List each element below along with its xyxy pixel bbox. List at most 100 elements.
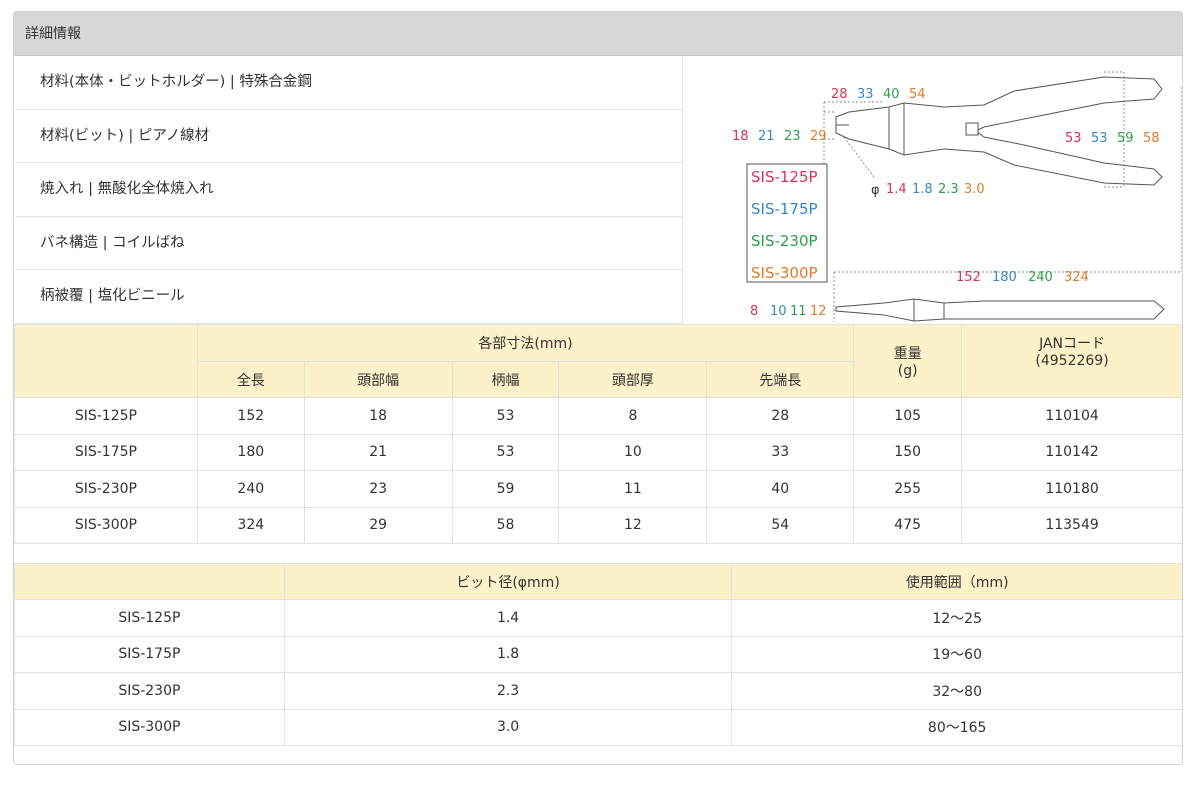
table-cell: SIS-125P xyxy=(14,397,198,435)
table-cell: SIS-175P xyxy=(14,433,198,471)
t2-bit-diameter-header: ビット径(φmm) xyxy=(283,563,733,600)
table-row: SIS-230P 2.3 32～80 xyxy=(14,672,1182,710)
table-cell: SIS-230P xyxy=(14,470,198,508)
bit-diameter-label: 1.4 xyxy=(886,182,907,197)
table-cell: 29 xyxy=(303,506,453,544)
panel-title: 詳細情報 xyxy=(14,12,1182,56)
plier-side-view xyxy=(835,298,1165,322)
table-cell: 240 xyxy=(196,470,305,508)
spec-list: 材料(本体・ビットホルダー) | 特殊合金鋼 材料(ビット) | ピアノ線材 焼… xyxy=(15,56,683,324)
table-row: SIS-230P 240 23 59 11 40 255 110180 xyxy=(14,470,1182,508)
spec-item-material-body: 材料(本体・ビットホルダー) | 特殊合金鋼 xyxy=(15,56,682,110)
detail-panel: 詳細情報 材料(本体・ビットホルダー) | 特殊合金鋼 材料(ビット) | ピア… xyxy=(13,11,1183,765)
table-cell: 110180 xyxy=(961,470,1182,508)
table-cell: 113549 xyxy=(961,506,1182,544)
table-row: SIS-175P 180 21 53 10 33 150 110142 xyxy=(14,433,1182,471)
spec-item-spring: バネ構造 | コイルばね xyxy=(15,217,682,271)
handle-width-label: 53 xyxy=(1091,131,1108,146)
table-row: SIS-300P 3.0 80～165 xyxy=(14,708,1182,746)
table-cell: 12 xyxy=(558,506,708,544)
model-legend-label: SIS-230P xyxy=(751,232,818,250)
total-length-label: 152 xyxy=(956,270,981,285)
t2-range-header: 使用範囲（mm) xyxy=(731,563,1182,600)
table-cell: SIS-300P xyxy=(14,708,285,746)
table-cell: 1.4 xyxy=(283,599,733,637)
table-cell: 33 xyxy=(706,433,855,471)
table-cell: 54 xyxy=(706,506,855,544)
table-cell: 11 xyxy=(558,470,708,508)
table-cell: 110104 xyxy=(961,397,1182,435)
handle-width-label: 58 xyxy=(1143,131,1160,146)
table-cell: 32～80 xyxy=(731,672,1182,710)
head-width-label: 18 xyxy=(732,129,749,144)
tip-length-label: 33 xyxy=(857,87,874,102)
table-cell: 255 xyxy=(853,470,963,508)
bit-diameter-label: 1.8 xyxy=(912,182,933,197)
tip-length-label: 28 xyxy=(831,87,848,102)
jan-header: JANコード (4952269) xyxy=(961,324,1182,398)
head-thickness-label: 12 xyxy=(810,304,827,319)
total-length-label: 324 xyxy=(1064,270,1089,285)
table-cell: 58 xyxy=(451,506,560,544)
bit-range-table: ビット径(φmm) 使用範囲（mm) SIS-125P 1.4 12～25 SIS-1… xyxy=(14,563,1182,746)
table-cell: 150 xyxy=(853,433,963,471)
spec-item-material-bit: 材料(ビット) | ピアノ線材 xyxy=(15,110,682,164)
table-row: SIS-125P 1.4 12～25 xyxy=(14,599,1182,637)
table-cell: 40 xyxy=(706,470,855,508)
table-cell: 10 xyxy=(558,433,708,471)
table-row: SIS-125P 152 18 53 8 28 105 110104 xyxy=(14,397,1182,435)
table-cell: 110142 xyxy=(961,433,1182,471)
table-cell: 152 xyxy=(196,397,305,435)
col-head-thickness: 頭部厚 xyxy=(558,361,708,398)
table-cell: 3.0 xyxy=(283,708,733,746)
table-cell: 59 xyxy=(451,470,560,508)
total-length-label: 240 xyxy=(1028,270,1053,285)
t2-model-header xyxy=(14,563,285,600)
table-cell: 18 xyxy=(303,397,453,435)
head-width-label: 29 xyxy=(810,129,827,144)
table-row: SIS-175P 1.8 19～60 xyxy=(14,635,1182,673)
table-cell: 180 xyxy=(196,433,305,471)
model-legend-label: SIS-125P xyxy=(751,168,818,186)
table-cell: SIS-300P xyxy=(14,506,198,544)
table-cell: 21 xyxy=(303,433,453,471)
col-tip-length: 先端長 xyxy=(706,361,855,398)
table-cell: 80～165 xyxy=(731,708,1182,746)
table-cell: SIS-175P xyxy=(14,635,285,673)
tip-length-label: 54 xyxy=(909,87,926,102)
table-cell: 8 xyxy=(558,397,708,435)
spec-item-grip-coating: 柄被覆 | 塩化ビニール xyxy=(40,288,185,305)
table-cell: 53 xyxy=(451,397,560,435)
model-legend-label: SIS-300P xyxy=(751,264,818,282)
model-legend-label: SIS-175P xyxy=(751,200,818,218)
handle-width-label: 59 xyxy=(1117,131,1134,146)
table-cell: 12～25 xyxy=(731,599,1182,637)
dimensions-table: 各部寸法(mm) 重量 (g) JANコード (4952269) 全長 頭部幅 柄幅… xyxy=(14,324,1182,544)
model-header-cell xyxy=(14,324,198,398)
head-width-label: 21 xyxy=(758,129,775,144)
handle-width-label: 53 xyxy=(1065,131,1082,146)
plier-dimension-diagram: 28 33 40 54 18 21 23 29 53 53 59 58 1.4 1.8 2.3 3.0 152 1… xyxy=(684,57,1182,324)
table-cell: 53 xyxy=(451,433,560,471)
col-total-length: 全長 xyxy=(196,361,305,398)
table-cell: 1.8 xyxy=(283,635,733,673)
table-cell: 2.3 xyxy=(283,672,733,710)
table-cell: SIS-125P xyxy=(14,599,285,637)
table-cell: SIS-230P xyxy=(14,672,285,710)
col-head-width: 頭部幅 xyxy=(303,361,453,398)
spec-item-hardening: 焼入れ | 無酸化全体焼入れ xyxy=(15,163,682,217)
head-thickness-label: 11 xyxy=(790,304,807,319)
total-length-label: 180 xyxy=(992,270,1017,285)
head-width-label: 23 xyxy=(784,129,801,144)
weight-header: 重量 (g) xyxy=(853,324,963,398)
head-thickness-label: 8 xyxy=(750,304,758,319)
tip-length-label: 40 xyxy=(883,87,900,102)
table-row: SIS-300P 324 29 58 12 54 475 113549 xyxy=(14,506,1182,544)
head-thickness-label: 10 xyxy=(770,304,787,319)
table-cell: 105 xyxy=(853,397,963,435)
table-cell: 23 xyxy=(303,470,453,508)
table-cell: 28 xyxy=(706,397,855,435)
phi-symbol-label: φ xyxy=(871,183,880,198)
table-cell: 19～60 xyxy=(731,635,1182,673)
col-handle-width: 柄幅 xyxy=(451,361,560,398)
